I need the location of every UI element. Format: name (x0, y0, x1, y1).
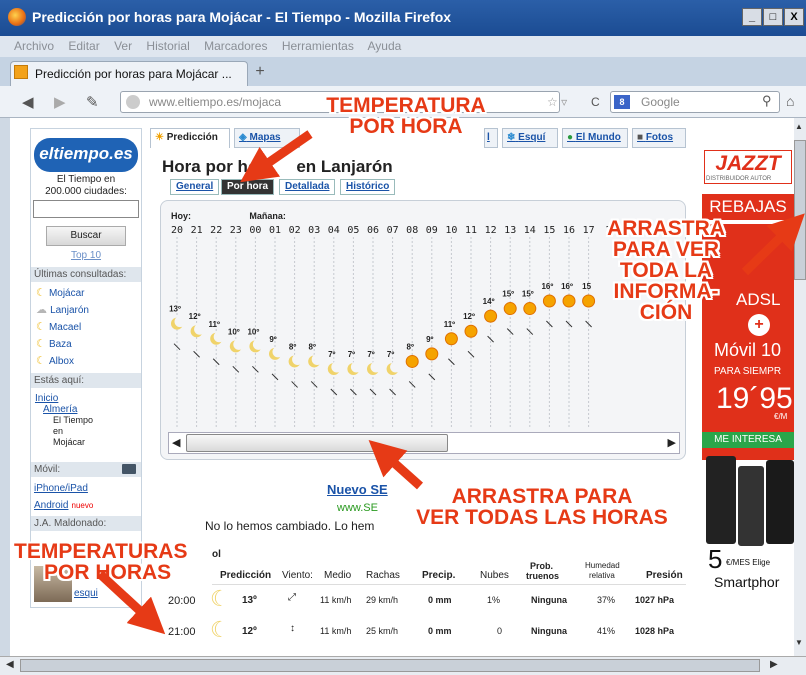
arrow-to-table (96, 570, 166, 635)
arrow-to-vscroll (741, 213, 805, 276)
arrow-to-chart-scroll (368, 439, 424, 490)
annotation-arrows (96, 130, 805, 635)
arrow-to-por-hora (240, 130, 313, 183)
